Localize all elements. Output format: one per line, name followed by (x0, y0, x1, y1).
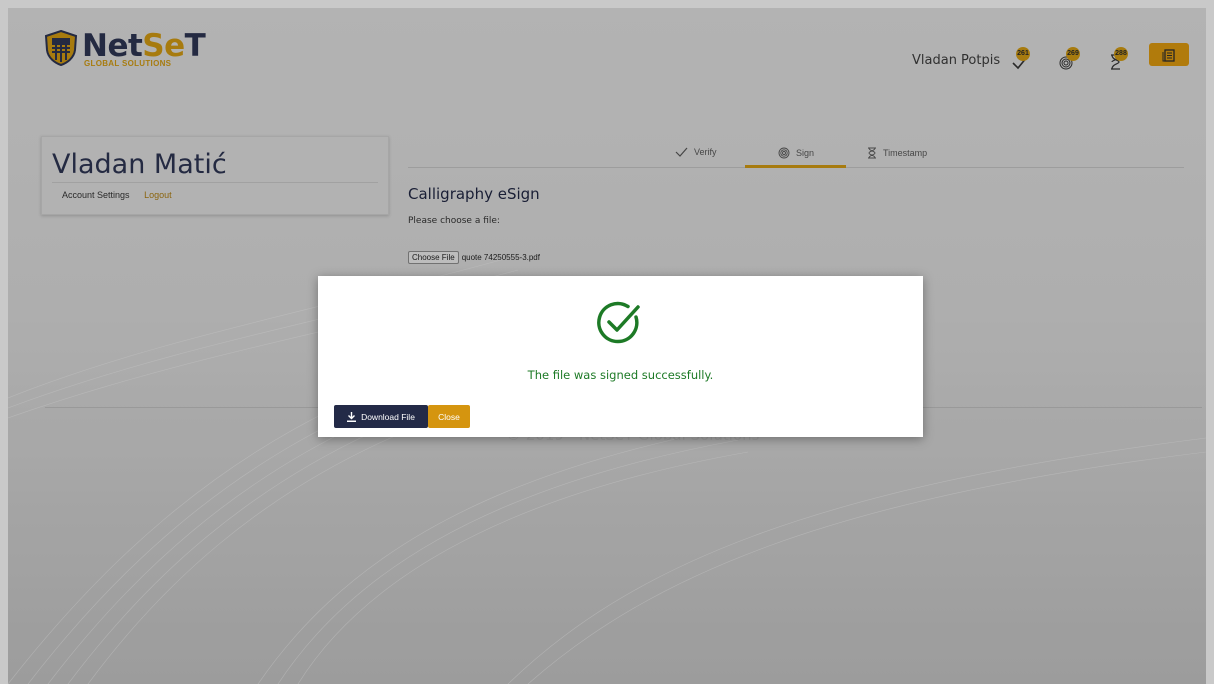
success-message: The file was signed successfully. (527, 368, 714, 382)
close-button[interactable]: Close (428, 405, 470, 428)
success-check-circle-icon (597, 301, 640, 344)
download-file-label: Download File (361, 411, 415, 422)
download-file-button[interactable]: Download File (334, 405, 428, 428)
download-icon (347, 411, 357, 422)
success-dialog: The file was signed successfully. Downlo… (318, 276, 923, 437)
app-window: NetSeT GLOBAL SOLUTIONS Vladan Potpis 26… (8, 8, 1206, 684)
